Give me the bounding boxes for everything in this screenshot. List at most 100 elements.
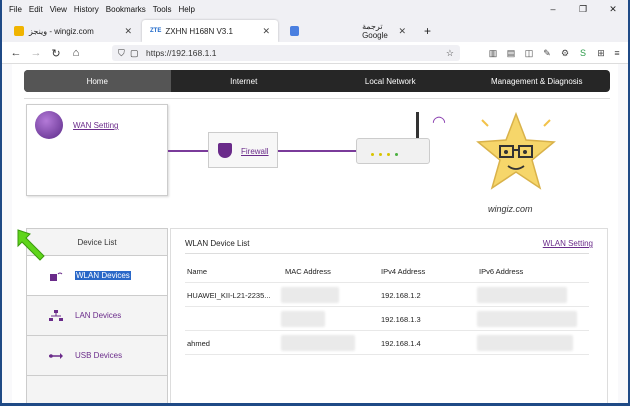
menu-tools[interactable]: Tools — [153, 5, 172, 14]
close-tab-icon[interactable]: ✕ — [398, 26, 406, 37]
table-row: 192.168.1.3 — [185, 307, 589, 331]
forward-icon[interactable]: → — [28, 45, 44, 61]
screen-frame: File Edit View History Bookmarks Tools H… — [0, 0, 630, 406]
address-bar[interactable]: ⛉ ▢ https://192.168.1.1 ☆ — [112, 45, 460, 61]
new-tab-button[interactable]: + — [416, 20, 436, 42]
settings-icon[interactable]: ⚙ — [558, 45, 572, 61]
device-ipv4: 192.168.1.2 — [381, 291, 421, 300]
col-header-name: Name — [187, 267, 208, 276]
green-arrow-annotation-icon — [17, 229, 45, 261]
window-controls: – ❐ ✕ — [538, 0, 628, 18]
wlan-device-icon — [50, 272, 63, 281]
menu-history[interactable]: History — [74, 5, 99, 14]
nav-internet[interactable]: Internet — [171, 70, 318, 92]
router-image — [356, 138, 430, 164]
redacted-mac — [281, 311, 325, 327]
nav-management-diagnosis[interactable]: Management & Diagnosis — [464, 70, 611, 92]
close-tab-icon[interactable]: ✕ — [262, 26, 270, 37]
table-row: ahmed 192.168.1.4 — [185, 331, 589, 355]
connector-line — [168, 150, 208, 152]
router-antenna — [416, 112, 419, 140]
sidebar-item-usb-devices[interactable]: USB Devices — [27, 335, 167, 375]
menu-edit[interactable]: Edit — [29, 5, 43, 14]
translate-favicon-icon — [290, 26, 300, 36]
wlan-setting-link[interactable]: WLAN Setting — [543, 239, 593, 248]
minimize-button[interactable]: – — [538, 0, 568, 18]
usb-icon — [49, 352, 63, 359]
sidebar-item-label: LAN Devices — [75, 311, 122, 320]
menu-view[interactable]: View — [50, 5, 67, 14]
back-icon[interactable]: ← — [8, 45, 24, 61]
redacted-ipv6 — [477, 287, 567, 303]
device-ipv4: 192.168.1.3 — [381, 315, 421, 324]
redacted-ipv6 — [477, 311, 577, 327]
shield-icon[interactable]: ⛉ — [118, 48, 125, 59]
mascot-star-icon — [476, 111, 556, 190]
menu-help[interactable]: Help — [178, 5, 194, 14]
menu-file[interactable]: File — [9, 5, 22, 14]
home-icon[interactable]: ⌂ — [68, 45, 84, 61]
wan-setting-link[interactable]: WAN Setting — [73, 121, 119, 130]
redacted-mac — [281, 335, 355, 351]
router-led — [371, 153, 374, 156]
extension-s-icon[interactable]: S — [576, 45, 590, 61]
router-led — [379, 153, 382, 156]
page-info-icon[interactable]: ▢ — [130, 48, 139, 59]
nav-home[interactable]: Home — [24, 70, 171, 92]
tab-label: ZXHN H168N V3.1 — [165, 26, 233, 36]
table-row: HUAWEI_KII-L21-2235... 192.168.1.2 — [185, 283, 589, 307]
wan-setting-card: WAN Setting — [26, 104, 168, 196]
close-tab-icon[interactable]: ✕ — [124, 26, 132, 37]
tab-wingiz[interactable]: وينجز - wingiz.com ✕ — [6, 20, 140, 42]
panel-title: WLAN Device List — [185, 239, 250, 248]
sidebar-item-label: WLAN Devices — [75, 271, 131, 280]
router-page: Home Internet Local Network Management &… — [12, 64, 618, 403]
menu-bookmarks[interactable]: Bookmarks — [106, 5, 146, 14]
device-ipv4: 192.168.1.4 — [381, 339, 421, 348]
extensions-icon[interactable]: ⊞ — [594, 45, 608, 61]
menu-bar: File Edit View History Bookmarks Tools H… — [2, 0, 628, 18]
mascot-watermark: wingiz.com — [488, 204, 533, 214]
redacted-mac — [281, 287, 339, 303]
menu-hamburger-icon[interactable]: ≡ — [610, 45, 624, 61]
router-top-nav: Home Internet Local Network Management &… — [24, 70, 610, 92]
globe-icon — [35, 111, 63, 139]
lan-network-icon — [49, 309, 63, 321]
url-text[interactable]: https://192.168.1.1 — [146, 48, 216, 58]
tab-google-translate[interactable]: ترجمة Google ✕ — [282, 20, 414, 42]
col-header-mac: MAC Address — [285, 267, 331, 276]
reload-icon[interactable]: ↻ — [48, 45, 64, 61]
screenshot-icon[interactable]: ◫ — [522, 45, 536, 61]
col-header-ipv4: IPv4 Address — [381, 267, 426, 276]
device-table: Name MAC Address IPv4 Address IPv6 Addre… — [185, 259, 589, 355]
tab-label: وينجز - wingiz.com — [29, 26, 94, 36]
bookmark-star-icon[interactable]: ☆ — [446, 48, 454, 59]
zte-favicon-icon: ZTE — [150, 28, 162, 34]
wifi-signal-icon: ◠ — [432, 114, 446, 131]
firewall-shield-icon — [218, 143, 232, 158]
sidebar-icon[interactable]: ▤ — [504, 45, 518, 61]
maximize-button[interactable]: ❐ — [568, 0, 598, 18]
divider — [24, 98, 610, 99]
router-led — [387, 153, 390, 156]
redacted-ipv6 — [477, 335, 573, 351]
firewall-card: Firewall — [208, 132, 278, 168]
wingiz-favicon-icon — [14, 26, 24, 36]
browser-window: File Edit View History Bookmarks Tools H… — [2, 0, 628, 403]
navigation-bar: ← → ↻ ⌂ ⛉ ▢ https://192.168.1.1 ☆ ▥ ▤ ◫ … — [2, 42, 628, 64]
wlan-device-list-panel: WLAN Device List WLAN Setting Name MAC A… — [170, 228, 608, 403]
router-led — [395, 153, 398, 156]
divider — [185, 253, 589, 254]
connector-line — [278, 150, 356, 152]
eyedropper-icon[interactable]: ✎ — [540, 45, 554, 61]
sidebar-item-label: USB Devices — [75, 351, 123, 360]
list-item — [27, 375, 167, 403]
close-window-button[interactable]: ✕ — [598, 0, 628, 18]
device-name: ahmed — [187, 339, 210, 348]
library-icon[interactable]: ▥ — [486, 45, 500, 61]
table-header: Name MAC Address IPv4 Address IPv6 Addre… — [185, 259, 589, 283]
tab-router[interactable]: ZTE ZXHN H168N V3.1 ✕ — [142, 20, 278, 42]
nav-local-network[interactable]: Local Network — [317, 70, 464, 92]
sidebar-item-lan-devices[interactable]: LAN Devices — [27, 295, 167, 335]
firewall-link[interactable]: Firewall — [241, 147, 269, 156]
